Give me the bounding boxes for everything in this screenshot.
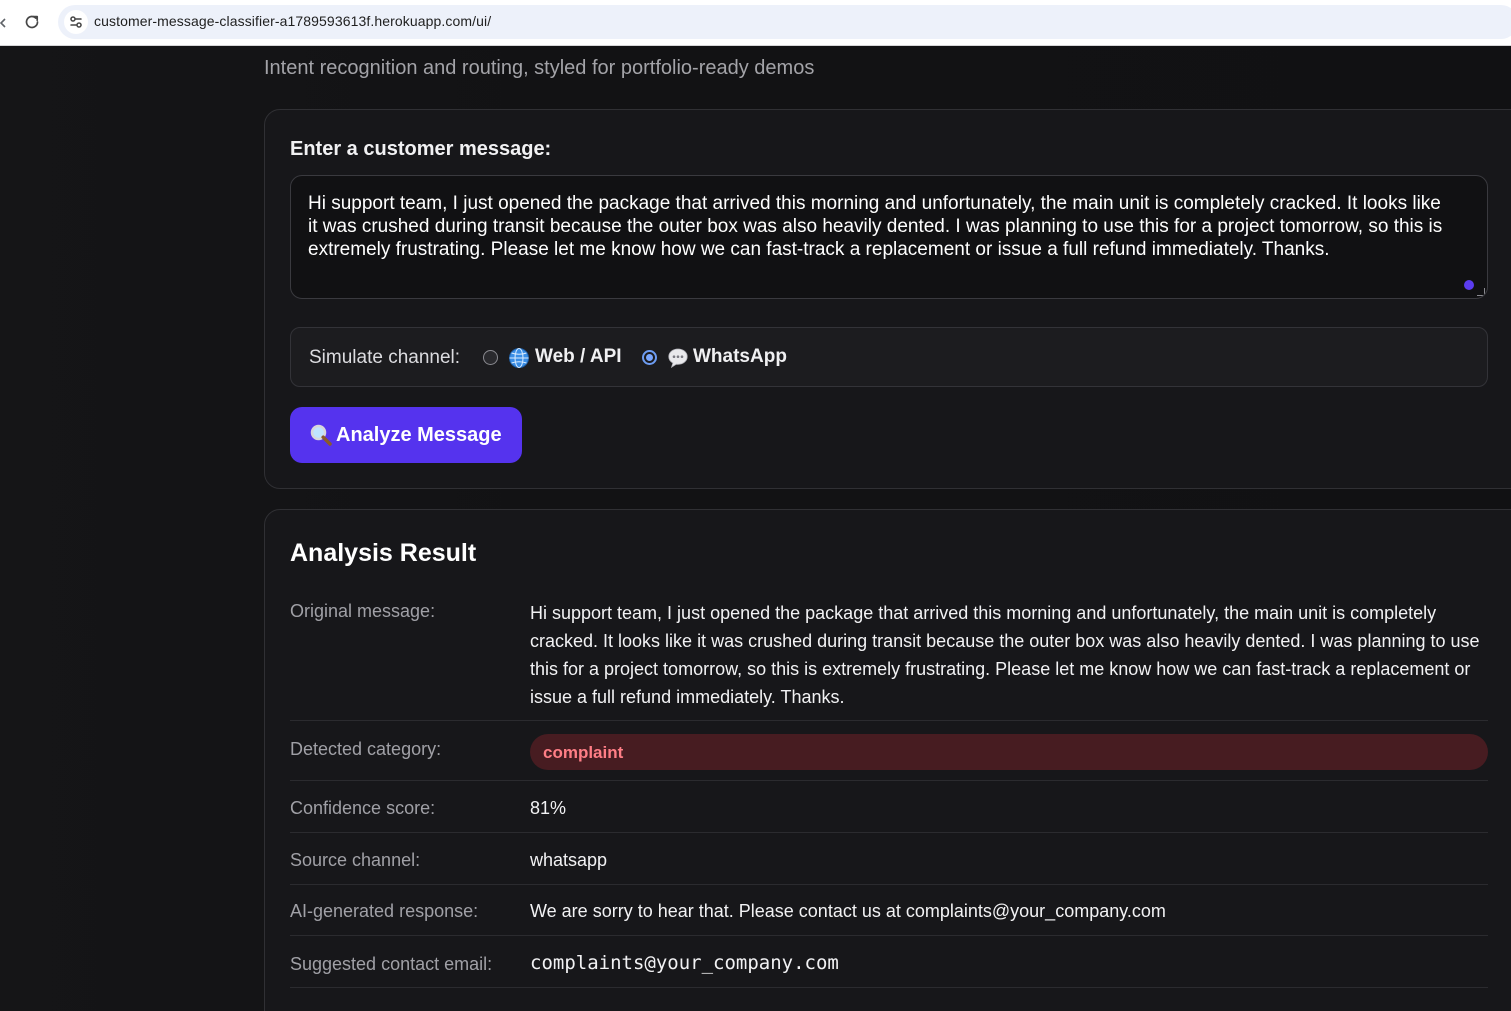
back-arrow-icon[interactable] <box>0 18 6 28</box>
result-row-source: Source channel: whatsapp <box>290 833 1488 885</box>
ai-response-label: AI-generated response: <box>290 901 479 921</box>
contact-email-value[interactable]: complaints@your_company.com <box>530 952 839 974</box>
result-row-original: Original message: Hi support team, I jus… <box>290 595 1488 721</box>
site-info-icon[interactable] <box>64 10 88 34</box>
page-content: Intent recognition and routing, styled f… <box>0 46 1511 1011</box>
detected-category-label: Detected category: <box>290 739 442 759</box>
analysis-result-card: Analysis Result Original message: Hi sup… <box>264 509 1511 1011</box>
message-textarea[interactable]: Hi support team, I just opened the packa… <box>290 175 1488 299</box>
original-message-value: Hi support team, I just opened the packa… <box>530 603 1480 707</box>
analyze-button-label: Analyze Message <box>336 424 502 446</box>
result-row-response: AI-generated response: We are sorry to h… <box>290 885 1488 936</box>
original-message-label: Original message: <box>290 601 436 621</box>
page-subtitle: Intent recognition and routing, styled f… <box>264 57 815 79</box>
category-badge: complaint <box>530 734 1488 770</box>
speech-bubble-icon <box>668 348 688 369</box>
ai-response-value: We are sorry to hear that. Please contac… <box>530 901 1166 921</box>
message-text: Hi support team, I just opened the packa… <box>308 193 1443 260</box>
source-channel-value: whatsapp <box>530 850 608 870</box>
option-web-api-label[interactable]: Web / API <box>535 346 622 368</box>
result-row-confidence: Confidence score: 81% <box>290 781 1488 833</box>
address-bar[interactable]: customer-message-classifier-a1789593613f… <box>58 5 1511 39</box>
magnifier-icon <box>310 424 332 446</box>
radio-whatsapp[interactable] <box>642 350 657 365</box>
browser-toolbar: customer-message-classifier-a1789593613f… <box>0 0 1511 46</box>
radio-web-api[interactable] <box>483 350 498 365</box>
result-row-email: Suggested contact email: complaints@your… <box>290 936 1488 988</box>
reload-icon[interactable] <box>22 12 42 32</box>
analyze-message-button[interactable]: Analyze Message <box>290 407 522 463</box>
source-channel-label: Source channel: <box>290 850 421 870</box>
globe-icon <box>509 348 529 368</box>
url-text[interactable]: customer-message-classifier-a1789593613f… <box>94 13 491 29</box>
confidence-score-value: 81% <box>530 798 567 818</box>
contact-email-label: Suggested contact email: <box>290 954 493 974</box>
resize-handle-icon[interactable] <box>1477 288 1485 296</box>
confidence-score-label: Confidence score: <box>290 798 436 818</box>
channel-label: Simulate channel: <box>309 347 461 368</box>
message-label: Enter a customer message: <box>290 138 552 160</box>
textarea-status-dot <box>1464 280 1474 290</box>
category-badge-text: complaint <box>543 743 624 762</box>
message-input-card: Enter a customer message: Hi support tea… <box>264 109 1511 489</box>
result-row-category: Detected category: complaint <box>290 721 1488 781</box>
result-title: Analysis Result <box>290 539 477 567</box>
option-whatsapp-label[interactable]: WhatsApp <box>693 346 787 368</box>
channel-selector: Simulate channel: Web / API WhatsApp <box>290 327 1488 387</box>
